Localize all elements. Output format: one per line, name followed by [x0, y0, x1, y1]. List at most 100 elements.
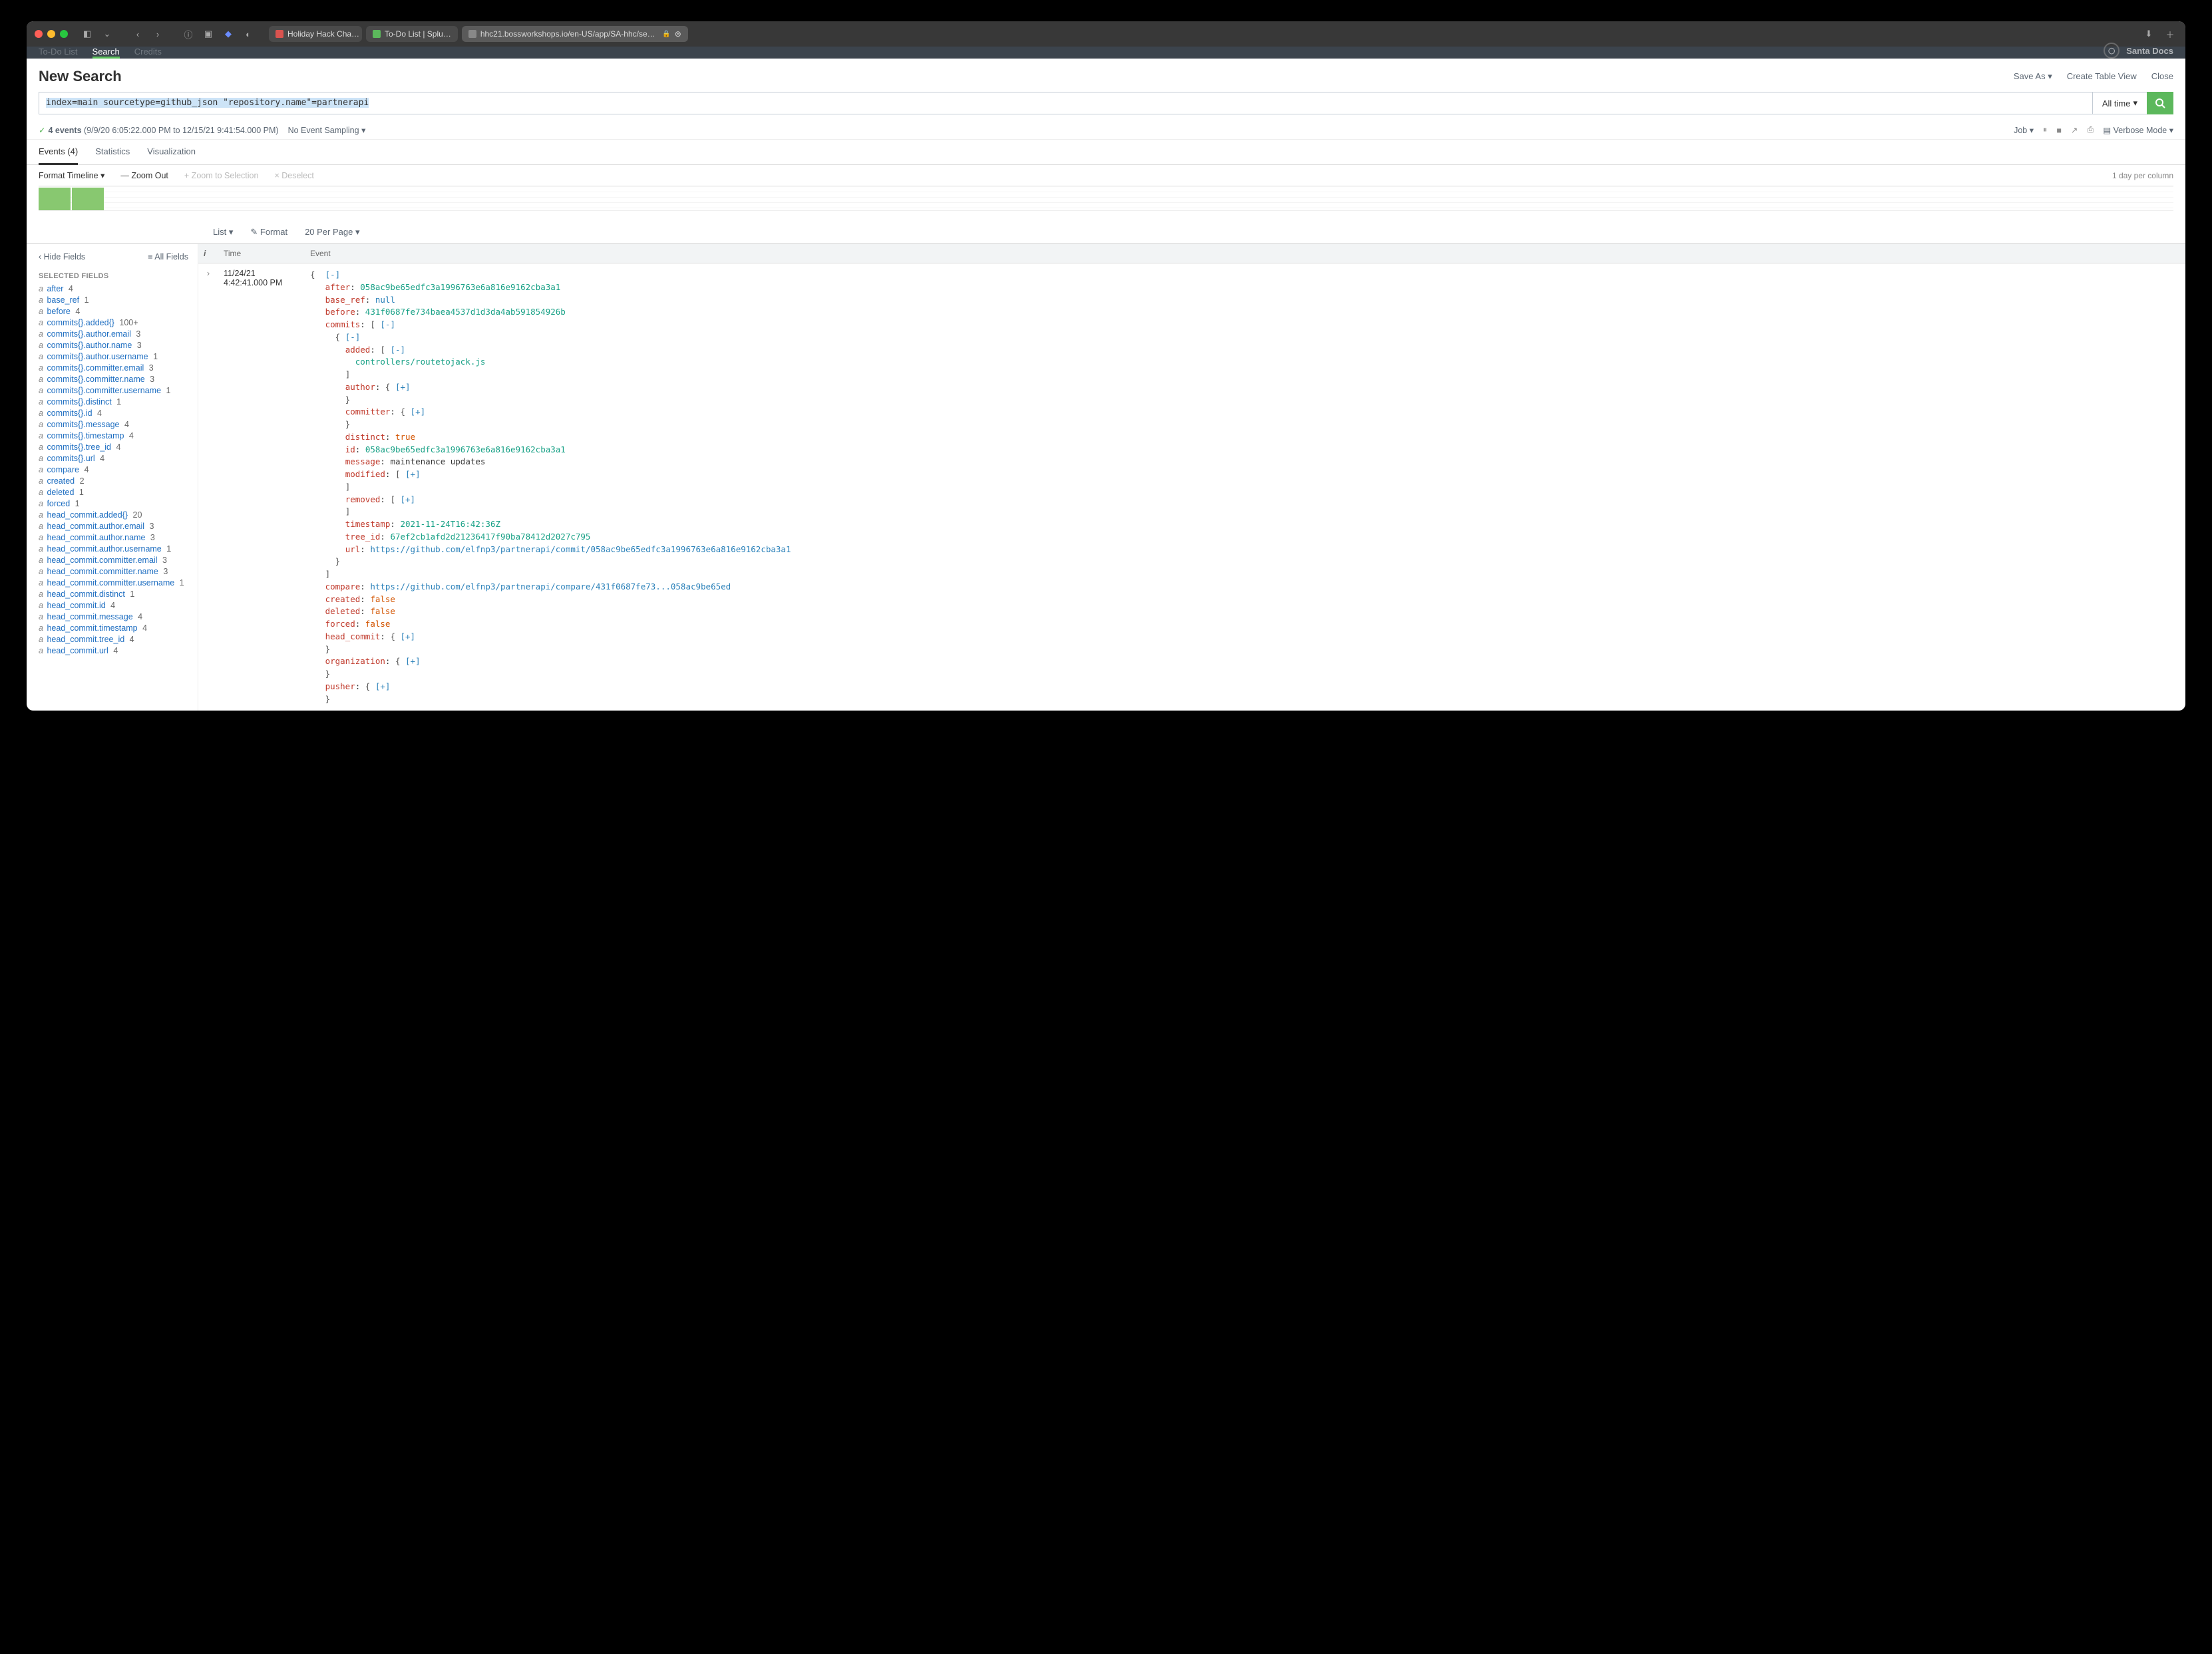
search-submit-button[interactable]	[2147, 92, 2173, 114]
nav-todo[interactable]: To-Do List	[39, 47, 78, 59]
ext-icon-2[interactable]: ◆	[221, 27, 236, 41]
per-page-dropdown[interactable]: 20 Per Page ▾	[305, 227, 359, 238]
sampling-dropdown[interactable]: No Event Sampling ▾	[288, 125, 366, 135]
favicon-icon	[276, 30, 283, 38]
field-item[interactable]: a commits{}.id 4	[39, 407, 188, 418]
field-item[interactable]: a commits{}.committer.username 1	[39, 385, 188, 396]
field-item[interactable]: a head_commit.committer.name 3	[39, 566, 188, 577]
field-item[interactable]: a commits{}.author.name 3	[39, 339, 188, 351]
address-bar[interactable]: hhc21.bossworkshops.io/en-US/app/SA-hhc/…	[462, 26, 688, 42]
field-item[interactable]: a head_commit.author.name 3	[39, 532, 188, 543]
field-item[interactable]: a commits{}.tree_id 4	[39, 441, 188, 452]
field-item[interactable]: a head_commit.author.email 3	[39, 520, 188, 532]
field-item[interactable]: a deleted 1	[39, 486, 188, 498]
save-as-button[interactable]: Save As ▾	[2014, 71, 2052, 82]
timeline[interactable]	[27, 186, 2185, 222]
ext-icon-1[interactable]: ▣	[201, 27, 216, 41]
time-range-picker[interactable]: All time ▾	[2092, 92, 2147, 114]
field-item[interactable]: a commits{}.url 4	[39, 452, 188, 464]
app-context-label[interactable]: Santa Docs	[2126, 46, 2173, 56]
field-item[interactable]: a forced 1	[39, 498, 188, 509]
field-item[interactable]: a created 2	[39, 475, 188, 486]
expand-row-button[interactable]: ›	[198, 263, 218, 711]
field-item[interactable]: a head_commit.url 4	[39, 645, 188, 656]
format-button[interactable]: ✎ Format	[250, 227, 287, 238]
timeline-bar[interactable]	[72, 188, 104, 210]
field-item[interactable]: a base_ref 1	[39, 294, 188, 305]
minimize-window-button[interactable]	[47, 30, 55, 38]
field-item[interactable]: a head_commit.author.username 1	[39, 543, 188, 554]
tab-statistics[interactable]: Statistics	[95, 140, 130, 164]
collapse-icon[interactable]: [-]	[325, 269, 341, 279]
job-menu[interactable]: Job ▾	[2014, 125, 2034, 135]
field-item[interactable]: a commits{}.timestamp 4	[39, 430, 188, 441]
expand-icon[interactable]: [+]	[375, 681, 391, 691]
collapse-icon[interactable]: [-]	[345, 332, 361, 342]
forward-icon[interactable]: ›	[150, 27, 165, 41]
collapse-icon[interactable]: [-]	[380, 319, 395, 329]
nav-search[interactable]: Search	[92, 47, 120, 59]
field-item[interactable]: a commits{}.author.email 3	[39, 328, 188, 339]
new-tab-icon[interactable]: ＋	[2163, 27, 2177, 41]
field-item[interactable]: a head_commit.timestamp 4	[39, 622, 188, 633]
field-item[interactable]: a commits{}.message 4	[39, 418, 188, 430]
browser-tab-1[interactable]: To-Do List | Splu…	[366, 26, 458, 42]
hide-fields-button[interactable]: ‹ Hide Fields	[39, 252, 85, 261]
expand-icon[interactable]: [+]	[405, 656, 421, 666]
result-tabs: Events (4) Statistics Visualization	[27, 140, 2185, 165]
field-item[interactable]: a compare 4	[39, 464, 188, 475]
tab-events[interactable]: Events (4)	[39, 140, 78, 165]
check-icon: ✓	[39, 126, 45, 135]
close-button[interactable]: Close	[2151, 71, 2173, 82]
collapse-icon[interactable]: [-]	[390, 345, 405, 355]
zoom-out-button[interactable]: — Zoom Out	[120, 171, 168, 180]
expand-icon[interactable]: [+]	[395, 382, 411, 392]
shield-icon[interactable]: ◐	[241, 27, 256, 41]
zoom-selection-button: + Zoom to Selection	[184, 171, 259, 180]
reader-icon[interactable]: ⊜	[675, 29, 681, 39]
field-item[interactable]: a head_commit.message 4	[39, 611, 188, 622]
chevron-down-icon[interactable]: ⌄	[100, 27, 114, 41]
search-query-input[interactable]: index=main sourcetype=github_json "repos…	[39, 92, 2092, 114]
expand-icon[interactable]: [+]	[411, 407, 426, 416]
window-controls	[35, 30, 68, 38]
field-item[interactable]: a after 4	[39, 283, 188, 294]
field-item[interactable]: a head_commit.distinct 1	[39, 588, 188, 599]
pause-icon[interactable]: ⏸	[2043, 125, 2047, 135]
nav-credits[interactable]: Credits	[134, 47, 162, 59]
close-window-button[interactable]	[35, 30, 43, 38]
col-event: Event	[305, 244, 2185, 263]
info-icon[interactable]: ⓘ	[181, 27, 196, 41]
lock-icon: 🔒	[662, 31, 670, 38]
field-item[interactable]: a commits{}.distinct 1	[39, 396, 188, 407]
browser-tab-0[interactable]: Holiday Hack Cha…	[269, 26, 362, 42]
list-view-dropdown[interactable]: List ▾	[213, 227, 233, 238]
field-item[interactable]: a commits{}.committer.email 3	[39, 362, 188, 373]
field-item[interactable]: a commits{}.committer.name 3	[39, 373, 188, 385]
field-item[interactable]: a commits{}.author.username 1	[39, 351, 188, 362]
field-item[interactable]: a head_commit.committer.email 3	[39, 554, 188, 566]
all-fields-button[interactable]: ≡ All Fields	[148, 252, 188, 261]
field-item[interactable]: a commits{}.added{} 100+	[39, 317, 188, 328]
sidebar-toggle-icon[interactable]: ◧	[80, 27, 94, 41]
expand-icon[interactable]: [+]	[401, 631, 416, 641]
share-icon[interactable]: ↗	[2071, 125, 2078, 135]
stop-icon[interactable]: ■	[2056, 126, 2062, 135]
back-icon[interactable]: ‹	[130, 27, 145, 41]
timeline-bar[interactable]	[39, 188, 71, 210]
maximize-window-button[interactable]	[60, 30, 68, 38]
print-icon[interactable]: ⎙	[2087, 125, 2094, 135]
search-mode-dropdown[interactable]: ▤ Verbose Mode ▾	[2103, 125, 2173, 135]
field-item[interactable]: a before 4	[39, 305, 188, 317]
expand-icon[interactable]: [+]	[401, 494, 416, 504]
field-item[interactable]: a head_commit.added{} 20	[39, 509, 188, 520]
tab-visualization[interactable]: Visualization	[147, 140, 196, 164]
expand-icon[interactable]: [+]	[405, 469, 421, 479]
format-timeline-button[interactable]: Format Timeline ▾	[39, 170, 104, 180]
field-item[interactable]: a head_commit.committer.username 1	[39, 577, 188, 588]
field-item[interactable]: a head_commit.tree_id 4	[39, 633, 188, 645]
event-body[interactable]: { [-] after: 058ac9be65edfc3a1996763e6a8…	[305, 263, 2185, 711]
field-item[interactable]: a head_commit.id 4	[39, 599, 188, 611]
create-table-view-button[interactable]: Create Table View	[2067, 71, 2137, 82]
download-icon[interactable]: ⬇	[2141, 27, 2156, 41]
